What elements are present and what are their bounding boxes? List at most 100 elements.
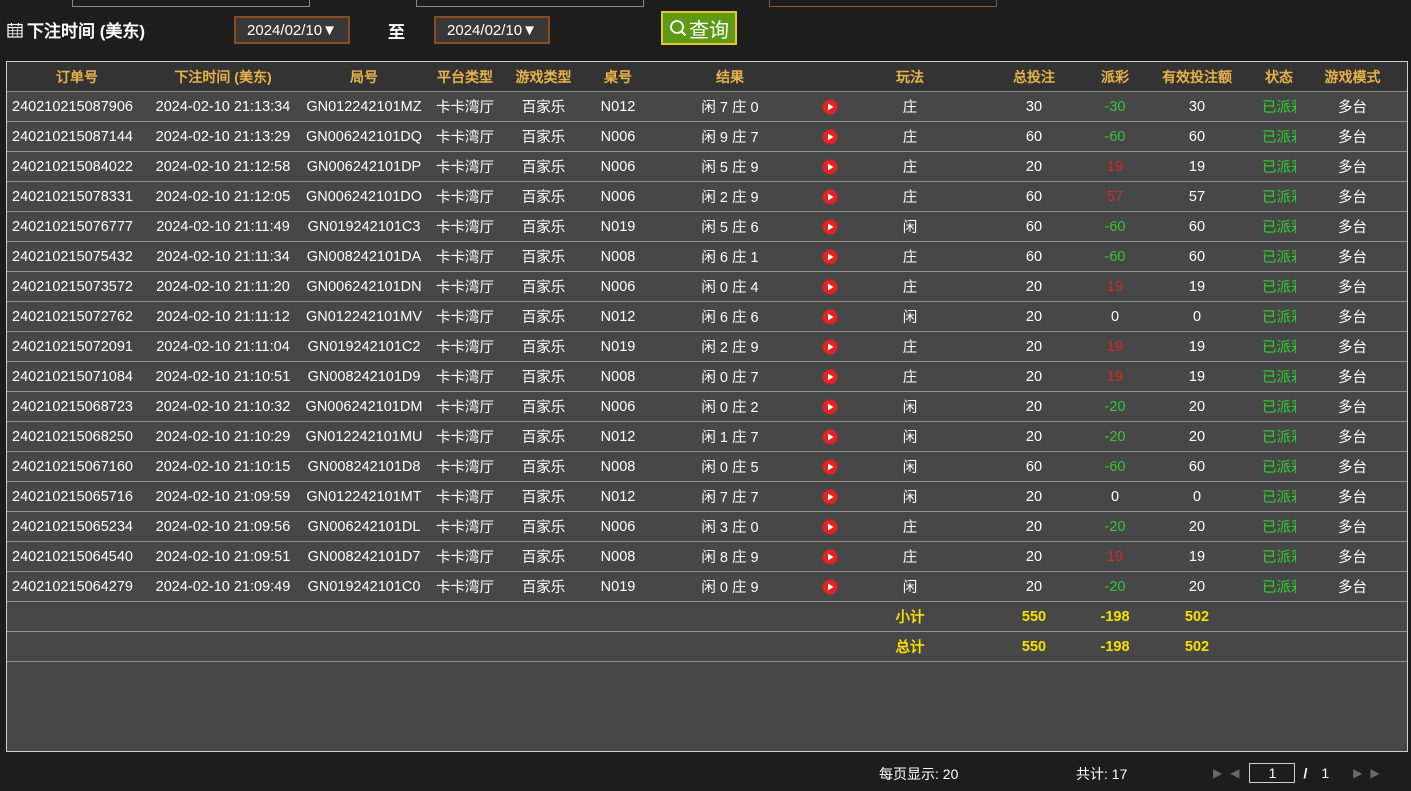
play-icon[interactable] bbox=[822, 579, 838, 595]
prev-page-icon[interactable]: ◀ bbox=[1230, 766, 1239, 780]
play-icon[interactable] bbox=[822, 309, 838, 325]
table-row[interactable]: 240210215065716 2024-02-10 21:09:59 GN0122… bbox=[7, 481, 1407, 512]
game-type-cell: 百家乐 bbox=[501, 301, 586, 332]
table-number-cell: N012 bbox=[586, 421, 650, 452]
replay-cell bbox=[810, 391, 850, 422]
order-id-cell: 240210215064540 bbox=[7, 541, 147, 572]
play-icon[interactable] bbox=[822, 489, 838, 505]
top-input-edge-2[interactable] bbox=[416, 0, 644, 7]
table-row[interactable]: 240210215064279 2024-02-10 21:09:49 GN0192… bbox=[7, 571, 1407, 602]
payout-cell: 19 bbox=[1098, 271, 1132, 302]
calendar-icon bbox=[7, 22, 23, 38]
table-row[interactable]: 240210215087144 2024-02-10 21:13:29 GN0062… bbox=[7, 121, 1407, 152]
platform-type-cell: 卡卡湾厅 bbox=[429, 391, 501, 422]
bet-time-cell: 2024-02-10 21:11:20 bbox=[147, 271, 299, 302]
table-row[interactable]: 240210215072762 2024-02-10 21:11:12 GN0122… bbox=[7, 301, 1407, 332]
result-cell: 闲 7 庄 7 bbox=[650, 481, 810, 512]
bet-option-cell: 庄 bbox=[850, 181, 970, 212]
table-row[interactable]: 240210215065234 2024-02-10 21:09:56 GN0062… bbox=[7, 511, 1407, 542]
query-button[interactable]: 查询 bbox=[661, 11, 737, 45]
table-number-cell: N012 bbox=[586, 481, 650, 512]
last-page-icon[interactable]: ▶ bbox=[1370, 766, 1379, 780]
table-row[interactable]: 240210215084022 2024-02-10 21:12:58 GN0062… bbox=[7, 151, 1407, 182]
play-icon[interactable] bbox=[822, 399, 838, 415]
round-id-cell: GN012242101MU bbox=[299, 421, 429, 452]
next-page-icon[interactable]: ▶ bbox=[1353, 766, 1362, 780]
bet-time-cell: 2024-02-10 21:10:15 bbox=[147, 451, 299, 482]
result-cell: 闲 8 庄 9 bbox=[650, 541, 810, 572]
game-mode-cell: 多台 bbox=[1296, 151, 1407, 182]
platform-type-cell: 卡卡湾厅 bbox=[429, 91, 501, 122]
top-input-edge[interactable] bbox=[72, 0, 310, 7]
table-number-cell: N012 bbox=[586, 301, 650, 332]
play-icon[interactable] bbox=[822, 459, 838, 475]
table-number-cell: N008 bbox=[586, 241, 650, 272]
table-row[interactable]: 240210215068250 2024-02-10 21:10:29 GN0122… bbox=[7, 421, 1407, 452]
order-id-cell: 240210215072091 bbox=[7, 331, 147, 362]
order-id-cell: 240210215076777 bbox=[7, 211, 147, 242]
play-icon[interactable] bbox=[822, 519, 838, 535]
status-cell: 已派彩 bbox=[1262, 481, 1296, 512]
play-icon[interactable] bbox=[822, 279, 838, 295]
play-icon[interactable] bbox=[822, 99, 838, 115]
play-icon[interactable] bbox=[822, 549, 838, 565]
table-row[interactable]: 240210215071084 2024-02-10 21:10:51 GN0082… bbox=[7, 361, 1407, 392]
start-date-select[interactable]: 2024/02/10▼ bbox=[234, 16, 350, 44]
replay-cell bbox=[810, 331, 850, 362]
play-icon[interactable] bbox=[822, 249, 838, 265]
table-row[interactable]: 240210215073572 2024-02-10 21:11:20 GN0062… bbox=[7, 271, 1407, 302]
play-icon[interactable] bbox=[822, 339, 838, 355]
platform-type-cell: 卡卡湾厅 bbox=[429, 181, 501, 212]
game-type-cell: 百家乐 bbox=[501, 391, 586, 422]
payout-cell: -60 bbox=[1098, 451, 1132, 482]
column-header: 玩法 bbox=[850, 62, 970, 92]
status-cell: 已派彩 bbox=[1262, 391, 1296, 422]
status-cell: 已派彩 bbox=[1262, 421, 1296, 452]
valid-bet-cell: 19 bbox=[1132, 541, 1262, 572]
summary-payout: -198 bbox=[1098, 601, 1132, 632]
empty-cell bbox=[501, 601, 586, 632]
table-number-cell: N019 bbox=[586, 571, 650, 602]
table-row[interactable]: 240210215087906 2024-02-10 21:13:34 GN0122… bbox=[7, 91, 1407, 122]
game-type-cell: 百家乐 bbox=[501, 91, 586, 122]
table-row[interactable]: 240210215067160 2024-02-10 21:10:15 GN0082… bbox=[7, 451, 1407, 482]
pager: ▶ ◀ / 1 ▶ ▶ bbox=[1213, 763, 1388, 783]
status-cell: 已派彩 bbox=[1262, 211, 1296, 242]
table-row[interactable]: 240210215075432 2024-02-10 21:11:34 GN0082… bbox=[7, 241, 1407, 272]
bet-option-cell: 闲 bbox=[850, 571, 970, 602]
bet-time-cell: 2024-02-10 21:10:32 bbox=[147, 391, 299, 422]
table-row[interactable]: 240210215068723 2024-02-10 21:10:32 GN0062… bbox=[7, 391, 1407, 422]
result-cell: 闲 7 庄 0 bbox=[650, 91, 810, 122]
platform-type-cell: 卡卡湾厅 bbox=[429, 271, 501, 302]
play-icon[interactable] bbox=[822, 429, 838, 445]
bet-time-cell: 2024-02-10 21:10:29 bbox=[147, 421, 299, 452]
play-icon[interactable] bbox=[822, 189, 838, 205]
status-cell: 已派彩 bbox=[1262, 511, 1296, 542]
page-number-input[interactable] bbox=[1249, 763, 1296, 783]
empty-cell bbox=[147, 631, 299, 662]
game-type-cell: 百家乐 bbox=[501, 361, 586, 392]
replay-cell bbox=[810, 481, 850, 512]
table-row[interactable]: 240210215064540 2024-02-10 21:09:51 GN0082… bbox=[7, 541, 1407, 572]
order-id-cell: 240210215065234 bbox=[7, 511, 147, 542]
game-mode-cell: 多台 bbox=[1296, 571, 1407, 602]
top-select-edge[interactable] bbox=[769, 0, 997, 7]
platform-type-cell: 卡卡湾厅 bbox=[429, 241, 501, 272]
valid-bet-cell: 57 bbox=[1132, 181, 1262, 212]
first-page-icon[interactable]: ▶ bbox=[1213, 766, 1222, 780]
table-row[interactable]: 240210215078331 2024-02-10 21:12:05 GN0062… bbox=[7, 181, 1407, 212]
round-id-cell: GN019242101C3 bbox=[299, 211, 429, 242]
game-type-cell: 百家乐 bbox=[501, 481, 586, 512]
bet-time-cell: 2024-02-10 21:09:49 bbox=[147, 571, 299, 602]
play-icon[interactable] bbox=[822, 369, 838, 385]
table-row[interactable]: 240210215072091 2024-02-10 21:11:04 GN0192… bbox=[7, 331, 1407, 362]
play-icon[interactable] bbox=[822, 159, 838, 175]
result-cell: 闲 2 庄 9 bbox=[650, 331, 810, 362]
play-icon[interactable] bbox=[822, 129, 838, 145]
platform-type-cell: 卡卡湾厅 bbox=[429, 571, 501, 602]
end-date-select[interactable]: 2024/02/10▼ bbox=[434, 16, 550, 44]
table-row[interactable]: 240210215076777 2024-02-10 21:11:49 GN0192… bbox=[7, 211, 1407, 242]
column-header: 总投注 bbox=[970, 62, 1098, 92]
play-icon[interactable] bbox=[822, 219, 838, 235]
valid-bet-cell: 20 bbox=[1132, 421, 1262, 452]
